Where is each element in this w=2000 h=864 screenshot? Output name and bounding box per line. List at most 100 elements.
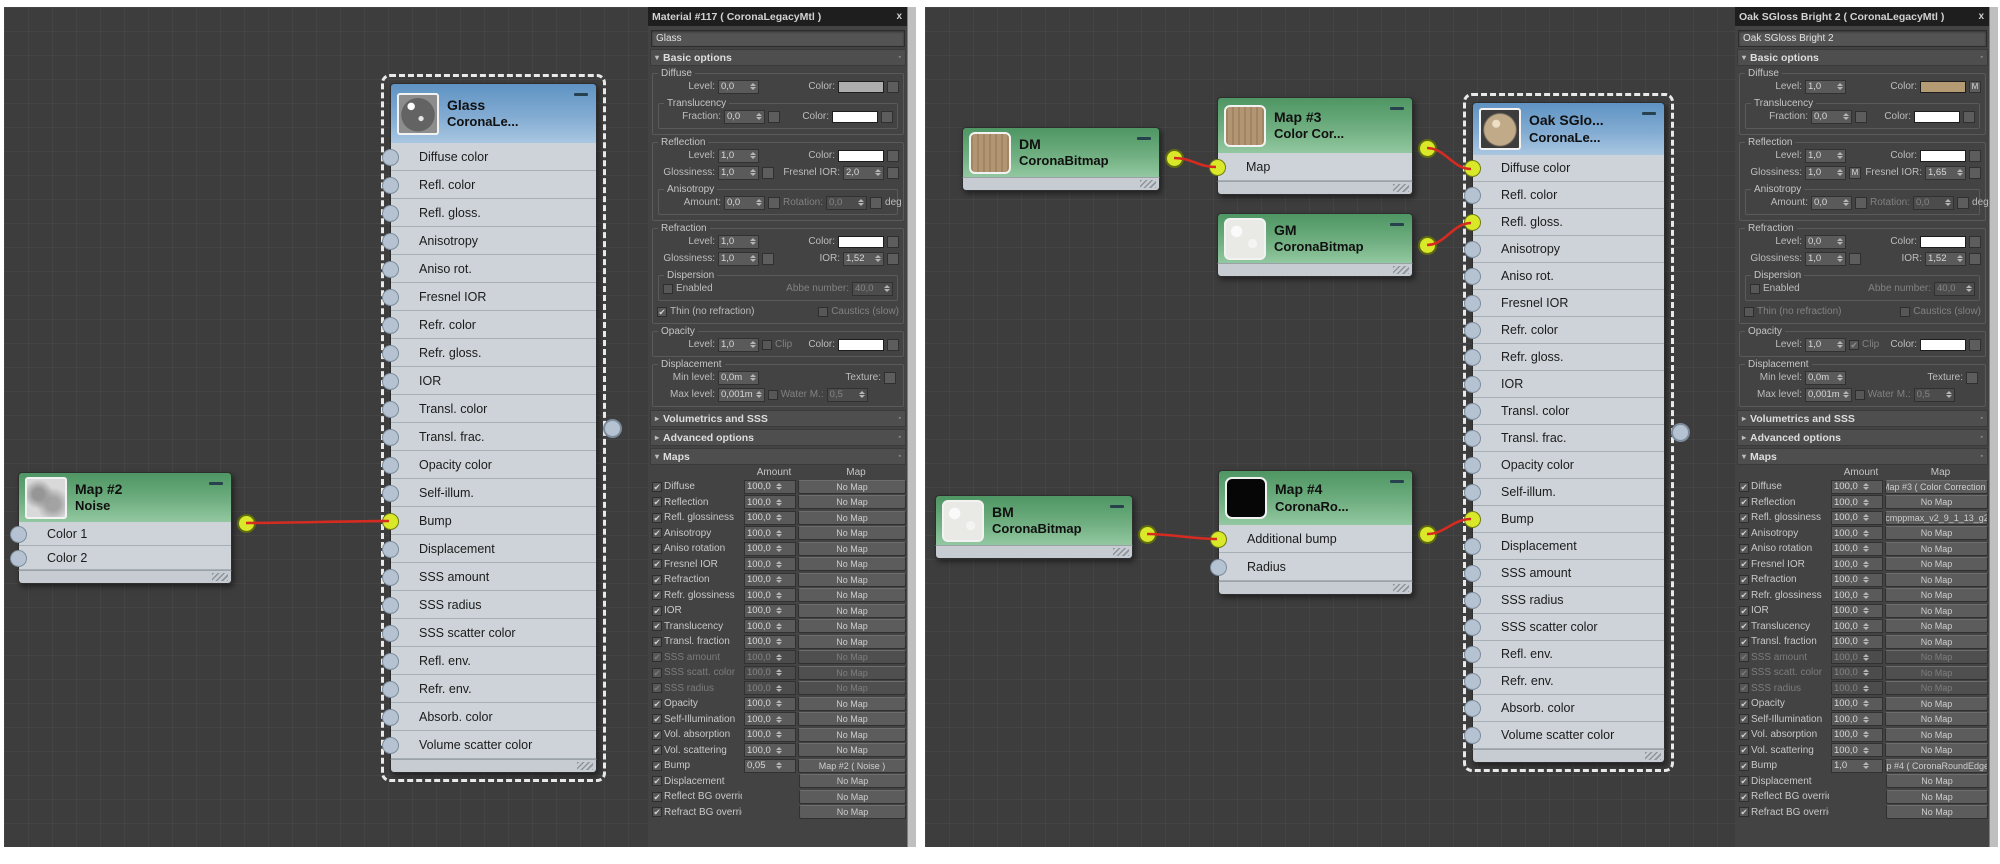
spinner-arrows-icon[interactable] xyxy=(875,169,881,176)
node-bm[interactable]: BMCoronaBitmap xyxy=(935,495,1133,559)
map-amount-spinner[interactable]: 100,0 xyxy=(1831,495,1883,509)
slot-radius[interactable]: Radius xyxy=(1219,553,1412,581)
spinner-down-icon[interactable] xyxy=(875,173,881,176)
displacement-texture-button[interactable] xyxy=(884,372,896,384)
spinner-up-icon[interactable] xyxy=(1863,545,1869,548)
spinner-up-icon[interactable] xyxy=(1863,499,1869,502)
input-connector[interactable] xyxy=(382,569,399,586)
slot-aniso-rot-[interactable]: Aniso rot. xyxy=(391,255,596,283)
map-enable-checkbox[interactable]: ✔ xyxy=(652,590,662,600)
spinner-up-icon[interactable] xyxy=(1843,113,1849,116)
slot-self-illum-[interactable]: Self-illum. xyxy=(1473,479,1664,506)
collapse-minus-icon[interactable] xyxy=(1110,505,1124,508)
map-slot-button[interactable]: No Map xyxy=(798,604,906,618)
slot-color-1[interactable]: Color 1 xyxy=(19,522,231,546)
spinner-down-icon[interactable] xyxy=(776,658,782,661)
spinner-arrows-icon[interactable] xyxy=(776,514,782,521)
map-enable-checkbox[interactable]: ✔ xyxy=(1739,482,1749,492)
refraction-glossiness-spinner[interactable]: 1,0 xyxy=(1805,252,1846,266)
spinner-arrows-icon[interactable] xyxy=(1957,255,1963,262)
map-enable-checkbox[interactable]: ✔ xyxy=(1739,575,1749,585)
refraction-color-swatch[interactable] xyxy=(1920,236,1966,248)
map-enable-checkbox[interactable]: ✔ xyxy=(652,683,662,693)
spinner-down-icon[interactable] xyxy=(750,378,756,381)
spinner-up-icon[interactable] xyxy=(776,592,782,595)
material-name-field[interactable]: Glass xyxy=(651,30,905,47)
input-connector[interactable] xyxy=(10,526,27,543)
translucency-map-button[interactable] xyxy=(881,111,893,123)
slot-absorb-color[interactable]: Absorb. color xyxy=(391,703,596,731)
translucency-fraction-spinner[interactable]: 0,0 xyxy=(1811,110,1852,124)
input-connector[interactable] xyxy=(1464,484,1481,501)
spinner-up-icon[interactable] xyxy=(1837,341,1843,344)
translucency-fraction-map-button[interactable] xyxy=(768,111,780,123)
spinner-down-icon[interactable] xyxy=(1863,487,1869,490)
ior-spinner[interactable]: 1,52 xyxy=(843,252,884,266)
map-amount-spinner[interactable]: 100,0 xyxy=(744,511,796,525)
resize-grip[interactable] xyxy=(1140,180,1156,188)
input-connector[interactable] xyxy=(1464,322,1481,339)
spinner-down-icon[interactable] xyxy=(1957,173,1963,176)
rollout-basic-options[interactable]: ▾Basic options▪ xyxy=(1737,49,1988,66)
spinner-arrows-icon[interactable] xyxy=(1863,499,1869,506)
spinner-up-icon[interactable] xyxy=(1863,731,1869,734)
spinner-arrows-icon[interactable] xyxy=(776,499,782,506)
spinner-up-icon[interactable] xyxy=(750,169,756,172)
map-amount-spinner[interactable]: 100,0 xyxy=(744,635,796,649)
map-enable-checkbox[interactable]: ✔ xyxy=(1739,528,1749,538)
spinner-arrows-icon[interactable] xyxy=(1837,341,1843,348)
spinner-up-icon[interactable] xyxy=(1966,285,1972,288)
spinner-arrows-icon[interactable] xyxy=(750,341,756,348)
spinner-up-icon[interactable] xyxy=(1837,169,1843,172)
input-connector[interactable] xyxy=(1464,430,1481,447)
spinner-up-icon[interactable] xyxy=(1843,199,1849,202)
water-level-spinner[interactable]: 0,5 xyxy=(827,388,868,402)
map-enable-checkbox[interactable]: ✔ xyxy=(1739,606,1749,616)
opacity-color-swatch[interactable] xyxy=(838,339,884,351)
panel-title-bar[interactable]: Oak SGloss Bright 2 ( CoronaLegacyMtl )x xyxy=(1735,7,1990,26)
spinner-arrows-icon[interactable] xyxy=(1945,199,1951,206)
spinner-down-icon[interactable] xyxy=(858,203,864,206)
refraction-level-spinner[interactable]: 1,0 xyxy=(718,235,759,249)
spinner-up-icon[interactable] xyxy=(776,685,782,688)
input-connector[interactable] xyxy=(382,401,399,418)
map-amount-spinner[interactable]: 100,0 xyxy=(1831,557,1883,571)
slot-sss-scatter-color[interactable]: SSS scatter color xyxy=(391,619,596,647)
spinner-down-icon[interactable] xyxy=(1863,720,1869,723)
spinner-down-icon[interactable] xyxy=(1863,658,1869,661)
spinner-arrows-icon[interactable] xyxy=(776,638,782,645)
spinner-down-icon[interactable] xyxy=(776,704,782,707)
node-output-connector[interactable] xyxy=(1138,525,1157,544)
input-connector[interactable] xyxy=(1464,646,1481,663)
slot-displacement[interactable]: Displacement xyxy=(1473,533,1664,560)
slot-transl-color[interactable]: Transl. color xyxy=(391,395,596,423)
node-map2[interactable]: Map #2NoiseColor 1Color 2 xyxy=(18,472,232,584)
spinner-down-icon[interactable] xyxy=(776,503,782,506)
spinner-down-icon[interactable] xyxy=(776,689,782,692)
map-slot-button[interactable]: No Map xyxy=(1885,666,1988,680)
spinner-up-icon[interactable] xyxy=(1863,654,1869,657)
node-header[interactable]: BMCoronaBitmap xyxy=(935,495,1133,545)
spinner-up-icon[interactable] xyxy=(776,514,782,517)
input-connector[interactable] xyxy=(1464,727,1481,744)
spinner-down-icon[interactable] xyxy=(884,289,890,292)
input-connector[interactable] xyxy=(382,149,399,166)
anisotropy-map-button[interactable] xyxy=(768,197,780,209)
spinner-up-icon[interactable] xyxy=(1863,716,1869,719)
input-connector[interactable] xyxy=(1464,403,1481,420)
spinner-arrows-icon[interactable] xyxy=(776,607,782,614)
reflection-color-swatch[interactable] xyxy=(1920,150,1966,162)
spinner-up-icon[interactable] xyxy=(1863,762,1869,765)
spinner-arrows-icon[interactable] xyxy=(1863,623,1869,630)
spinner-down-icon[interactable] xyxy=(1837,87,1843,90)
map-enable-checkbox[interactable]: ✔ xyxy=(1739,761,1749,771)
slot-volume-scatter-color[interactable]: Volume scatter color xyxy=(1473,722,1664,749)
min-level-spinner[interactable]: 0,0m xyxy=(1805,371,1846,385)
spinner-down-icon[interactable] xyxy=(750,242,756,245)
spinner-arrows-icon[interactable] xyxy=(1863,731,1869,738)
map-slot-button[interactable]: No Map xyxy=(1885,542,1988,556)
input-connector[interactable] xyxy=(382,373,399,390)
spinner-down-icon[interactable] xyxy=(1863,642,1869,645)
map-enable-checkbox[interactable]: ✔ xyxy=(1739,730,1749,740)
caustics-checkbox[interactable] xyxy=(818,307,828,317)
